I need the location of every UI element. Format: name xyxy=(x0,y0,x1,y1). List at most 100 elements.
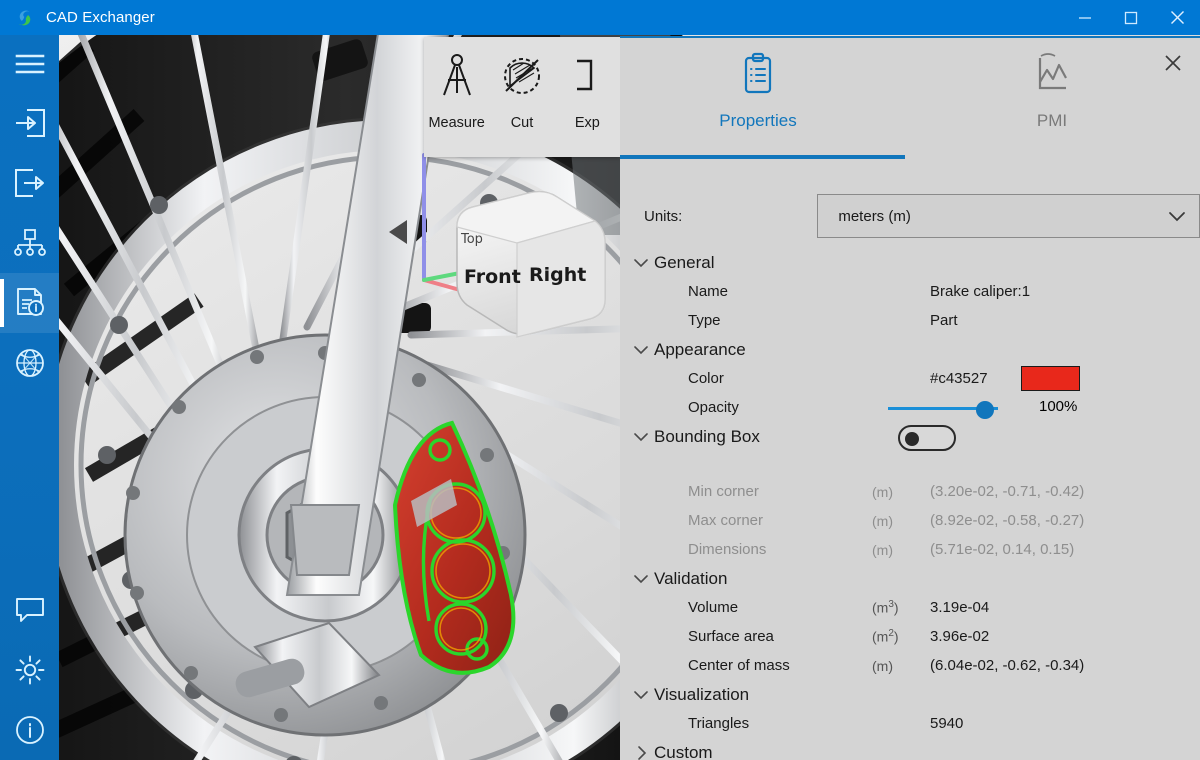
opacity-slider[interactable] xyxy=(888,400,998,419)
properties-panel: Properties PMI Units: meters (m) General… xyxy=(620,36,1200,760)
chevron-down-icon xyxy=(628,257,654,268)
property-key: Triangles xyxy=(688,715,750,732)
property-unit: (m) xyxy=(872,541,893,558)
units-select[interactable]: meters (m) xyxy=(817,194,1200,238)
tool-label: Cut xyxy=(510,115,534,131)
panel-tabs: Properties PMI xyxy=(620,38,1200,158)
window-title: CAD Exchanger xyxy=(46,9,155,26)
property-row-min-corner: Min corner (m) (3.20e-02, -0.71, -0.42) xyxy=(620,477,1200,506)
document-info-icon xyxy=(16,288,44,316)
color-swatch[interactable] xyxy=(1021,366,1080,391)
property-key: Name xyxy=(688,283,729,300)
globe-mesh-icon xyxy=(15,349,44,377)
minimize-button[interactable] xyxy=(1062,0,1108,35)
property-value: 3.96e-02 xyxy=(930,628,990,645)
close-button[interactable] xyxy=(1154,0,1200,35)
group-label: Validation xyxy=(654,568,728,588)
assembly-tree-icon xyxy=(13,229,46,256)
property-row-dimensions: Dimensions (m) (5.71e-02, 0.14, 0.15) xyxy=(620,535,1200,564)
property-unit: (m) xyxy=(872,512,893,529)
property-key: Volume xyxy=(688,599,739,616)
minimize-icon xyxy=(1079,16,1091,19)
active-tab-underline xyxy=(620,155,905,159)
property-unit: (m) xyxy=(872,483,893,500)
property-value: (3.20e-02, -0.71, -0.42) xyxy=(930,483,1085,500)
property-row-name[interactable]: Name Brake caliper:1 xyxy=(620,277,1200,306)
group-label: Bounding Box xyxy=(654,426,760,446)
maximize-button[interactable] xyxy=(1108,0,1154,35)
pmi-chart-icon xyxy=(1038,53,1067,90)
group-general[interactable]: General xyxy=(620,248,1200,277)
property-key: Color xyxy=(688,370,724,387)
sidebar-item-properties[interactable] xyxy=(0,273,59,333)
left-sidebar xyxy=(0,35,59,760)
tool-measure[interactable]: Measure xyxy=(424,37,489,131)
sidebar-item-structure[interactable] xyxy=(0,213,59,273)
chevron-down-icon xyxy=(628,344,654,355)
property-row-max-corner: Max corner (m) (8.92e-02, -0.58, -0.27) xyxy=(620,506,1200,535)
property-row-triangles: Triangles 5940 xyxy=(620,709,1200,738)
chevron-right-icon xyxy=(628,745,654,760)
sidebar-bottom-group xyxy=(0,580,59,760)
property-value: #c43527 xyxy=(930,370,988,387)
group-visualization[interactable]: Visualization xyxy=(620,680,1200,709)
tab-properties[interactable]: Properties xyxy=(638,52,878,131)
section-cut-icon xyxy=(503,58,540,94)
gear-icon xyxy=(15,655,44,685)
group-custom[interactable]: Custom xyxy=(620,738,1200,760)
group-appearance[interactable]: Appearance xyxy=(620,335,1200,364)
application-window: CAD Exchanger Top Front Right Measure Cu… xyxy=(0,0,1200,760)
chevron-down-icon xyxy=(628,689,654,700)
sidebar-item-export[interactable] xyxy=(0,153,59,213)
export-arrow-icon xyxy=(14,169,44,197)
units-row: Units: meters (m) xyxy=(620,190,1200,242)
sidebar-item-import[interactable] xyxy=(0,93,59,153)
property-value: (8.92e-02, -0.58, -0.27) xyxy=(930,512,1085,529)
chevron-down-icon xyxy=(1169,212,1185,222)
property-value: (5.71e-02, 0.14, 0.15) xyxy=(930,541,1075,558)
cad-exchanger-logo-icon xyxy=(18,10,31,25)
group-label: Visualization xyxy=(654,684,750,704)
info-circle-icon xyxy=(15,716,44,744)
property-row-color[interactable]: Color #c43527 xyxy=(620,364,1200,393)
tool-explode[interactable]: Exp xyxy=(555,37,620,131)
slider-knob[interactable] xyxy=(976,401,994,419)
property-row-volume: Volume (m3) 3.19e-04 xyxy=(620,593,1200,622)
property-key: Type xyxy=(688,312,721,329)
property-key: Min corner xyxy=(688,483,759,500)
units-label: Units: xyxy=(644,207,683,225)
chevron-down-icon xyxy=(628,573,654,584)
tab-pmi[interactable]: PMI xyxy=(932,52,1172,131)
speech-bubble-icon xyxy=(15,598,44,622)
property-value: (6.04e-02, -0.62, -0.34) xyxy=(930,657,1085,674)
nav-cube-front-label: Front xyxy=(464,266,521,288)
tab-label: Properties xyxy=(719,111,797,130)
bounding-box-toggle[interactable] xyxy=(898,425,956,451)
group-label: Appearance xyxy=(654,339,746,359)
toggle-knob xyxy=(905,432,919,446)
property-tree: General Name Brake caliper:1 Type Part A… xyxy=(620,248,1200,760)
sidebar-item-settings[interactable] xyxy=(0,640,59,700)
group-label: General xyxy=(654,252,715,272)
tool-cut[interactable]: Cut xyxy=(489,37,554,131)
property-row-center-of-mass: Center of mass (m) (6.04e-02, -0.62, -0.… xyxy=(620,651,1200,680)
chevron-down-icon xyxy=(628,431,654,442)
nav-cube-right-label: Right xyxy=(529,264,586,286)
property-key: Surface area xyxy=(688,628,774,645)
sidebar-item-menu[interactable] xyxy=(0,35,59,93)
sidebar-item-mesh[interactable] xyxy=(0,333,59,393)
property-unit: (m2) xyxy=(872,628,899,645)
sidebar-item-feedback[interactable] xyxy=(0,580,59,640)
group-validation[interactable]: Validation xyxy=(620,564,1200,593)
sidebar-item-about[interactable] xyxy=(0,700,59,760)
tool-label: Measure xyxy=(428,115,485,131)
property-key: Dimensions xyxy=(688,541,767,558)
title-bar: CAD Exchanger xyxy=(0,0,1200,35)
property-key: Max corner xyxy=(688,512,764,529)
group-label: Custom xyxy=(654,742,713,760)
property-value: 3.19e-04 xyxy=(930,599,990,616)
property-row-surface-area: Surface area (m2) 3.96e-02 xyxy=(620,622,1200,651)
maximize-icon xyxy=(1124,11,1138,24)
units-selected-value: meters (m) xyxy=(838,207,911,225)
nav-cube-top-label: Top xyxy=(460,232,483,247)
